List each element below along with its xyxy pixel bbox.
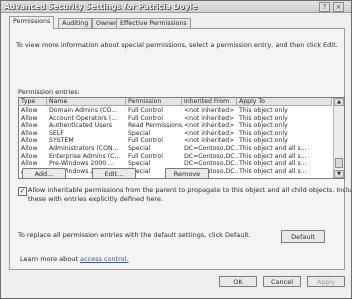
table-cell: This object and all s...	[239, 167, 307, 175]
table-cell: Read Permissions	[128, 122, 183, 130]
tab-effective-permissions[interactable]: Effective Permissions	[116, 18, 191, 28]
table-cell: Allow	[21, 160, 38, 168]
window-title: Advanced Security Settings for Patricia …	[4, 2, 198, 11]
table-cell: Full Control	[128, 152, 163, 160]
table-row[interactable]: Allow Authenticated Users Read Permissions…	[19, 122, 332, 129]
table-cell: Allow	[21, 152, 38, 160]
table-cell: DC=Contoso,DC...	[184, 145, 239, 152]
table-cell: Allow	[21, 122, 38, 130]
table-cell: Special	[128, 145, 151, 152]
table-cell: This object only	[239, 107, 288, 114]
intro-text: To view more information about special p…	[16, 41, 338, 49]
table-cell: This object only	[239, 114, 288, 122]
learn-more-text: Learn more about access control.	[20, 255, 129, 263]
cancel-button[interactable]: Cancel	[263, 276, 301, 287]
table-row[interactable]: Allow Administrators (CON... Special DC=Con…	[19, 145, 332, 152]
inherit-text-line1: Allow inheritable permissions from the p…	[28, 186, 352, 194]
table-cell: <not inherited>	[184, 137, 235, 145]
table-cell: Allow	[21, 145, 38, 152]
table-cell: DC=Contoso,DC...	[184, 152, 239, 160]
table-cell: Allow	[21, 129, 38, 137]
table-cell: Allow	[21, 137, 38, 145]
tab-auditing[interactable]: Auditing	[58, 18, 93, 28]
table-cell: <not inherited>	[184, 129, 235, 137]
table-cell: Domain Admins (CO...	[49, 107, 118, 114]
title-bar: Advanced Security Settings for Patricia …	[1, 1, 351, 13]
table-cell: Full Control	[128, 137, 163, 145]
scroll-up-icon[interactable]: ▲	[334, 98, 344, 106]
table-cell: <not inherited>	[184, 107, 235, 114]
permission-entries-list[interactable]: Type Name Permission Inherited From Appl…	[18, 97, 345, 179]
table-cell: This object only	[239, 122, 288, 130]
table-row[interactable]: Allow SYSTEM Full Control <not inherited> Th…	[19, 137, 332, 144]
table-cell: Allow	[21, 107, 38, 114]
table-row[interactable]: Allow Domain Admins (CO... Full Control <no…	[19, 107, 332, 114]
apply-button[interactable]: Apply	[307, 276, 345, 287]
table-cell: This object only	[239, 129, 288, 137]
column-header-permission[interactable]: Permission	[126, 98, 182, 106]
security-settings-window: Advanced Security Settings for Patricia …	[0, 0, 352, 299]
table-cell: This object and all s...	[239, 145, 307, 152]
table-cell: Special	[128, 129, 151, 137]
table-cell: SELF	[49, 129, 64, 137]
add-button[interactable]: Add...	[22, 168, 66, 179]
learn-more-prefix: Learn more about	[20, 255, 80, 263]
scroll-down-icon[interactable]: ▼	[334, 170, 344, 178]
table-cell: Account Operators (...	[49, 114, 118, 122]
table-cell: This object and all s...	[239, 152, 307, 160]
tab-permissions[interactable]: Permissions	[9, 16, 55, 29]
table-cell: This object only	[239, 137, 288, 145]
edit-button[interactable]: Edit...	[92, 168, 136, 179]
column-header-type[interactable]: Type	[19, 98, 47, 106]
table-cell: Allow	[21, 114, 38, 122]
column-header-name[interactable]: Name	[47, 98, 126, 106]
column-header-inherited-from[interactable]: Inherited From	[182, 98, 237, 106]
table-cell: Authenticated Users	[49, 122, 113, 130]
table-cell: Pre-Windows 2000 ...	[49, 160, 115, 168]
table-cell: SYSTEM	[49, 137, 74, 145]
access-control-link[interactable]: access control.	[80, 255, 129, 263]
table-cell: Full Control	[128, 114, 163, 122]
table-row[interactable]: Allow SELF Special <not inherited> This obje…	[19, 130, 332, 137]
remove-button[interactable]: Remove	[165, 168, 209, 179]
inherit-permissions-checkbox[interactable]: ✓	[18, 187, 27, 196]
table-cell: Special	[128, 160, 151, 168]
entries-label: Permission entries:	[18, 88, 80, 96]
table-cell: Administrators (CON...	[49, 145, 119, 152]
replace-text: To replace all permission entries with t…	[18, 231, 251, 239]
table-cell: Full Control	[128, 107, 163, 114]
table-row[interactable]: Allow Pre-Windows 2000 ... Special DC=Conto…	[19, 160, 332, 167]
help-icon[interactable]: ?	[319, 2, 330, 12]
default-button[interactable]: Default	[281, 230, 325, 243]
ok-button[interactable]: OK	[219, 276, 257, 287]
scroll-thumb[interactable]	[335, 158, 343, 168]
inherit-text-line2: these with entries explicitly defined he…	[28, 195, 163, 203]
close-icon[interactable]: ×	[333, 2, 344, 12]
table-cell: This object and all s...	[239, 160, 307, 168]
vertical-scrollbar[interactable]: ▲ ▼	[333, 98, 344, 178]
permissions-panel: To view more information about special p…	[9, 28, 351, 270]
table-cell: DC=Contoso,DC...	[184, 160, 239, 168]
table-row[interactable]: Allow Account Operators (... Full Control <…	[19, 115, 332, 122]
table-cell: Enterprise Admins (C...	[49, 152, 121, 160]
column-header-apply-to[interactable]: Apply To	[237, 98, 332, 106]
table-cell: <not inherited>	[184, 122, 235, 130]
table-cell: <not inherited>	[184, 114, 235, 122]
table-row[interactable]: Allow Enterprise Admins (C... Full Control…	[19, 153, 332, 160]
